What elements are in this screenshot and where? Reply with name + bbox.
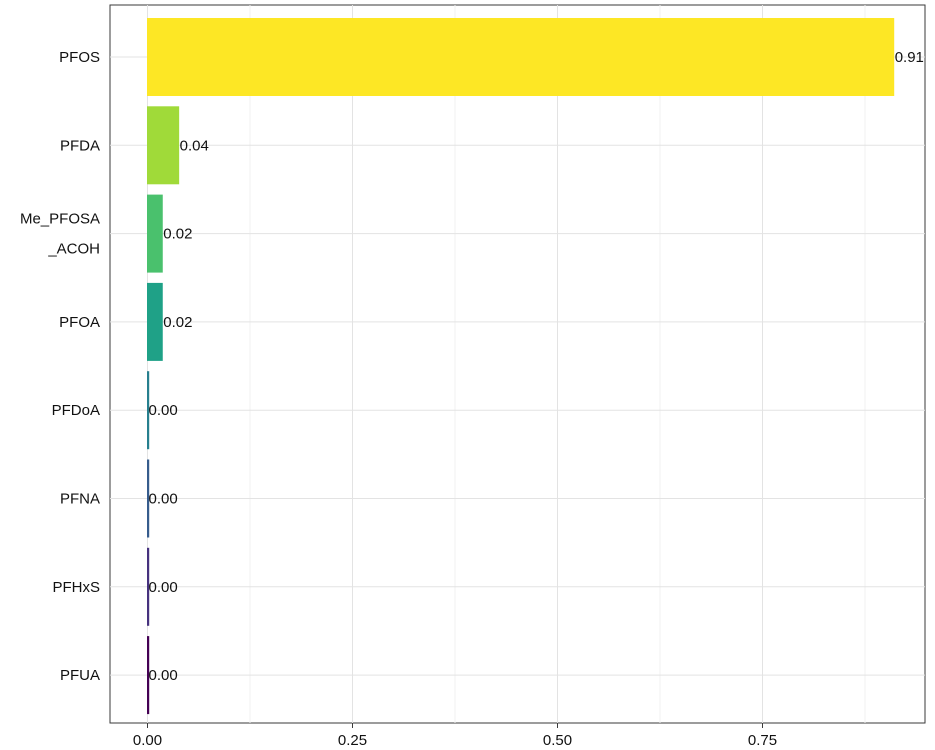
x-tick-label: 0.50: [543, 732, 572, 749]
category-label: PFDoA: [52, 402, 100, 419]
plot-panel: [109, 4, 926, 724]
category-label: PFHxS: [52, 579, 100, 596]
value-label: 0.00: [149, 402, 178, 419]
category-label-line: PFDA: [60, 137, 100, 154]
x-tick-label: 0.75: [748, 732, 777, 749]
category-label-line: _ACOH: [47, 241, 100, 258]
category-label-line: PFNA: [60, 491, 100, 508]
x-tick-label: 0.00: [133, 732, 162, 749]
bar-pfos: [147, 18, 895, 96]
value-label: 0.91: [895, 49, 924, 66]
x-axis: 0.00 0.25 0.50 0.75: [133, 723, 777, 749]
category-label-line: PFDoA: [52, 402, 100, 419]
bar-pfda: [147, 106, 180, 185]
value-label: 0.00: [149, 667, 178, 684]
category-axis: PFOS PFDA Me_PFOSA _ACOH PFOA PFDoA PFNA PFHxS P…: [20, 49, 100, 684]
category-label-line: PFHxS: [52, 579, 100, 596]
x-tick-label: 0.25: [338, 732, 367, 749]
value-label: 0.00: [149, 579, 178, 596]
category-label: PFNA: [60, 491, 100, 508]
category-label: PFDA: [60, 137, 100, 154]
category-label: PFOS: [59, 49, 100, 66]
category-label: PFOA: [59, 314, 100, 331]
value-label: 0.02: [163, 314, 192, 331]
category-label: Me_PFOSA _ACOH: [20, 211, 100, 258]
category-label-line: PFOS: [59, 49, 100, 66]
bar-chart: 0.91 0.04 0.02 0.02 0.00 0.00 0.00 0.00 PFOS PFD…: [20, 4, 926, 749]
bar-me-pfosa-acoh: [147, 194, 163, 273]
value-label: 0.00: [149, 491, 178, 508]
category-label-line: PFUA: [60, 667, 100, 684]
value-label: 0.04: [180, 137, 209, 154]
value-label: 0.02: [163, 226, 192, 243]
category-label-line: PFOA: [59, 314, 100, 331]
category-label-line: Me_PFOSA: [20, 211, 100, 228]
bar-pfoa: [147, 282, 163, 361]
category-label: PFUA: [60, 667, 100, 684]
